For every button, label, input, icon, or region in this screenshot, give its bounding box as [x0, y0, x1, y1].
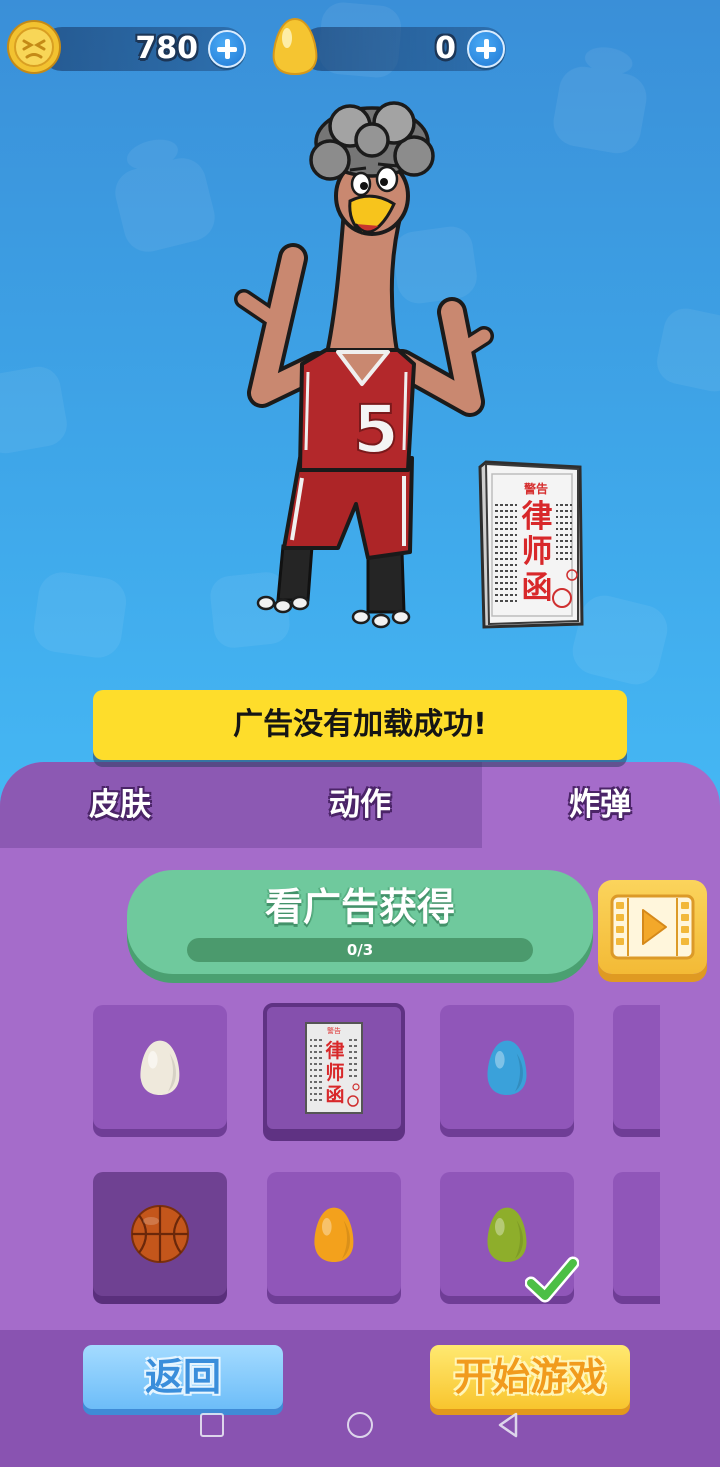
item-partial-card[interactable]	[613, 1005, 660, 1129]
item-basketball[interactable]	[93, 1172, 227, 1296]
tab-action[interactable]: 动作	[240, 762, 480, 848]
blue-egg-icon	[487, 1040, 527, 1095]
eggs-value: 0	[435, 31, 456, 66]
letter-char-2: 师	[522, 534, 553, 570]
item-letter-char-2: 师	[325, 1062, 344, 1084]
tab-skin-label: 皮肤	[89, 787, 151, 823]
item-blue-egg[interactable]	[440, 1005, 574, 1129]
orange-egg-icon	[314, 1207, 354, 1262]
recent-apps-icon[interactable]	[200, 1413, 224, 1437]
green-egg-icon	[487, 1207, 527, 1262]
item-green-egg[interactable]	[440, 1172, 579, 1303]
video-play-icon	[610, 894, 695, 960]
letter-header: 警告	[523, 481, 548, 496]
coin-icon	[7, 20, 61, 74]
back-button-label: 返回	[144, 1355, 221, 1399]
tab-skin[interactable]: 皮肤	[0, 762, 240, 848]
grey-wig	[309, 101, 435, 181]
start-game-button[interactable]: 开始游戏	[430, 1345, 630, 1409]
letter-char-1: 律	[522, 499, 553, 535]
item-letter-char-3: 函	[325, 1084, 344, 1106]
back-button[interactable]: 返回	[83, 1345, 283, 1409]
jersey-number: 5	[353, 391, 399, 468]
item-letter-header: 警告	[327, 1026, 341, 1035]
lawyer-letter-preview: 警告 律 师 函	[478, 460, 584, 629]
coins-value: 780	[135, 31, 198, 66]
item-grid: 警告 律 师 函	[0, 992, 660, 1322]
white-egg-icon	[140, 1040, 180, 1095]
ad-progress-text: 0/3	[346, 941, 374, 959]
item-lawyer-letter[interactable]: 警告 律 师 函	[263, 1003, 405, 1133]
chicken-character[interactable]: 5	[234, 101, 494, 629]
item-orange-egg[interactable]	[267, 1172, 401, 1296]
ad-progress-bar: 0/3	[187, 938, 533, 962]
system-nav-bar	[0, 1410, 720, 1442]
watch-ad-button[interactable]: 看广告获得 0/3	[127, 870, 593, 974]
watch-ad-label: 看广告获得	[264, 885, 455, 929]
add-eggs-button[interactable]	[467, 30, 505, 68]
item-white-egg[interactable]	[93, 1005, 227, 1129]
gold-egg-icon	[272, 17, 318, 76]
item-letter-char-1: 律	[324, 1039, 344, 1062]
lawyer-letter-icon: 警告 律 师 函	[305, 1022, 363, 1114]
tab-bomb-label: 炸弹	[569, 787, 631, 823]
ad-failed-banner: 广告没有加载成功!	[93, 690, 627, 760]
item-panel: 皮肤 动作 炸弹 看广告获得 0/3 警告 律 师 函	[0, 762, 720, 1330]
video-ad-button[interactable]	[598, 880, 707, 974]
basketball-icon	[131, 1205, 189, 1263]
add-coins-button[interactable]	[208, 30, 246, 68]
tab-action-label: 动作	[329, 787, 391, 823]
home-icon[interactable]	[347, 1412, 373, 1438]
banner-message: 广告没有加载成功!	[233, 707, 487, 742]
back-icon[interactable]	[496, 1412, 520, 1438]
tab-bomb[interactable]: 炸弹	[480, 762, 720, 848]
check-mark-icon	[525, 1256, 579, 1303]
letter-char-3: 函	[522, 570, 553, 606]
start-game-label: 开始游戏	[453, 1355, 606, 1399]
bottom-bar: 返回 开始游戏	[0, 1330, 720, 1467]
character-scene: 5 警告 律 师 函	[0, 2, 720, 685]
item-partial-card[interactable]	[613, 1172, 660, 1296]
